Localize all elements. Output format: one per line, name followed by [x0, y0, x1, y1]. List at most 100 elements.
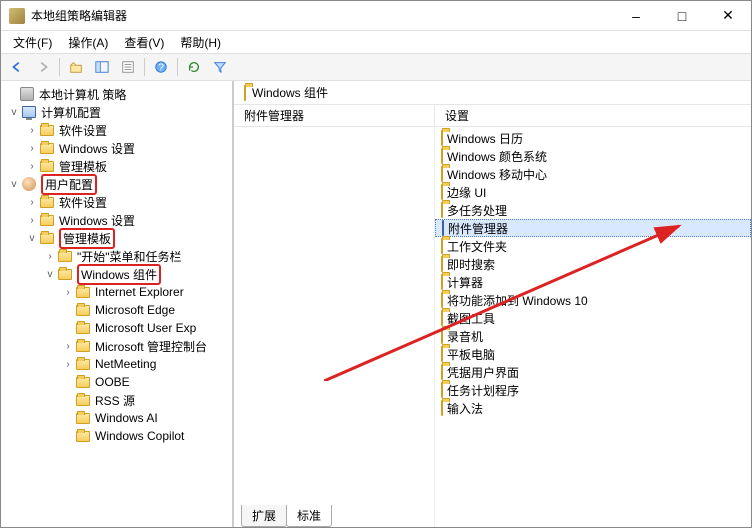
- tree-netmeeting[interactable]: ›NetMeeting: [1, 355, 232, 373]
- details-description: [234, 127, 434, 527]
- tree-label: 计算机配置: [41, 104, 101, 121]
- folder-icon: [441, 383, 443, 397]
- folder-icon: [441, 257, 443, 271]
- folder-icon: [441, 329, 443, 343]
- settings-item[interactable]: 边缘 UI: [435, 183, 751, 201]
- menu-help[interactable]: 帮助(H): [172, 32, 229, 53]
- computer-icon: [22, 106, 36, 118]
- settings-item[interactable]: 输入法: [435, 399, 751, 417]
- settings-item[interactable]: 工作文件夹: [435, 237, 751, 255]
- settings-item[interactable]: 录音机: [435, 327, 751, 345]
- tree-user-config[interactable]: v用户配置: [1, 175, 232, 193]
- tree-uc-windows[interactable]: ›Windows 设置: [1, 211, 232, 229]
- forward-button[interactable]: [31, 56, 55, 78]
- tree-label: RSS 源: [95, 392, 135, 409]
- details-header-title: Windows 组件: [252, 84, 328, 101]
- tree-label: Windows 设置: [59, 140, 135, 157]
- settings-list[interactable]: Windows 日历Windows 颜色系统Windows 移动中心边缘 UI多…: [434, 127, 751, 527]
- tree-cc-admin[interactable]: ›管理模板: [1, 157, 232, 175]
- maximize-button[interactable]: □: [659, 1, 705, 31]
- folder-icon: [76, 359, 90, 370]
- navigation-tree[interactable]: 本地计算机 策略 v计算机配置 ›软件设置 ›Windows 设置 ›管理模板 …: [1, 81, 233, 527]
- folder-icon: [58, 251, 72, 262]
- settings-item[interactable]: 附件管理器: [435, 219, 751, 237]
- tree-user-exp[interactable]: Microsoft User Exp: [1, 319, 232, 337]
- tree-winai[interactable]: Windows AI: [1, 409, 232, 427]
- tree-uc-admin[interactable]: v管理模板: [1, 229, 232, 247]
- folder-icon: [441, 131, 443, 145]
- tree-mmc[interactable]: ›Microsoft 管理控制台: [1, 337, 232, 355]
- settings-item[interactable]: Windows 颜色系统: [435, 147, 751, 165]
- tree-label: Windows 组件: [77, 264, 161, 285]
- tree-label: Windows Copilot: [95, 429, 184, 443]
- tree-root[interactable]: 本地计算机 策略: [1, 85, 232, 103]
- settings-item[interactable]: Windows 日历: [435, 129, 751, 147]
- tree-edge[interactable]: Microsoft Edge: [1, 301, 232, 319]
- column-header-right[interactable]: 设置: [434, 105, 751, 126]
- settings-item[interactable]: 平板电脑: [435, 345, 751, 363]
- up-button[interactable]: [64, 56, 88, 78]
- folder-icon: [441, 167, 443, 181]
- tree-ie[interactable]: ›Internet Explorer: [1, 283, 232, 301]
- refresh-button[interactable]: [182, 56, 206, 78]
- filter-button[interactable]: [208, 56, 232, 78]
- folder-icon: [76, 341, 90, 352]
- tree-label: Microsoft User Exp: [95, 321, 196, 335]
- tree-label: 软件设置: [59, 122, 107, 139]
- app-icon: [9, 8, 25, 24]
- menu-file[interactable]: 文件(F): [5, 32, 60, 53]
- settings-item[interactable]: 任务计划程序: [435, 381, 751, 399]
- folder-icon: [58, 269, 72, 280]
- folder-icon: [441, 311, 443, 325]
- settings-item[interactable]: 凭据用户界面: [435, 363, 751, 381]
- settings-item[interactable]: 截图工具: [435, 309, 751, 327]
- help-button[interactable]: ?: [149, 56, 173, 78]
- settings-item[interactable]: 将功能添加到 Windows 10: [435, 291, 751, 309]
- tree-label: 管理模板: [59, 228, 115, 249]
- folder-icon: [40, 197, 54, 208]
- menu-action[interactable]: 操作(A): [60, 32, 116, 53]
- window-title: 本地组策略编辑器: [31, 7, 613, 24]
- folder-icon: [441, 401, 443, 415]
- settings-item[interactable]: Windows 移动中心: [435, 165, 751, 183]
- folder-icon: [441, 239, 443, 253]
- settings-item-label: 即时搜索: [447, 256, 495, 273]
- tree-rss[interactable]: RSS 源: [1, 391, 232, 409]
- tree-uc-software[interactable]: ›软件设置: [1, 193, 232, 211]
- tree-label: Microsoft Edge: [95, 303, 175, 317]
- settings-item-label: 计算器: [447, 274, 483, 291]
- folder-icon: [76, 413, 90, 424]
- settings-item[interactable]: 多任务处理: [435, 201, 751, 219]
- settings-item-label: 工作文件夹: [447, 238, 507, 255]
- folder-icon: [441, 365, 443, 379]
- settings-item-label: Windows 日历: [447, 130, 523, 147]
- back-button[interactable]: [5, 56, 29, 78]
- settings-item-label: 输入法: [447, 400, 483, 417]
- minimize-button[interactable]: –: [613, 1, 659, 31]
- folder-icon: [40, 233, 54, 244]
- tree-win-components[interactable]: vWindows 组件: [1, 265, 232, 283]
- tab-extended[interactable]: 扩展: [241, 505, 287, 527]
- close-button[interactable]: ✕: [705, 1, 751, 31]
- tree-label: OOBE: [95, 375, 130, 389]
- settings-item[interactable]: 计算器: [435, 273, 751, 291]
- folder-icon: [441, 293, 443, 307]
- properties-button[interactable]: [116, 56, 140, 78]
- tree-oobe[interactable]: OOBE: [1, 373, 232, 391]
- tree-cc-windows[interactable]: ›Windows 设置: [1, 139, 232, 157]
- tab-standard[interactable]: 标准: [286, 505, 332, 527]
- show-hide-tree-button[interactable]: [90, 56, 114, 78]
- menu-view[interactable]: 查看(V): [116, 32, 172, 53]
- tree-start-menu[interactable]: ›"开始"菜单和任务栏: [1, 247, 232, 265]
- tree-copilot[interactable]: Windows Copilot: [1, 427, 232, 445]
- tree-label: NetMeeting: [95, 357, 156, 371]
- tree-cc-software[interactable]: ›软件设置: [1, 121, 232, 139]
- tree-label: 管理模板: [59, 158, 107, 175]
- tree-computer-config[interactable]: v计算机配置: [1, 103, 232, 121]
- settings-item[interactable]: 即时搜索: [435, 255, 751, 273]
- folder-icon: [40, 143, 54, 154]
- settings-item-label: 附件管理器: [448, 220, 508, 237]
- policy-icon: [20, 87, 34, 101]
- column-header-left[interactable]: 附件管理器: [234, 105, 434, 126]
- folder-icon: [441, 275, 443, 289]
